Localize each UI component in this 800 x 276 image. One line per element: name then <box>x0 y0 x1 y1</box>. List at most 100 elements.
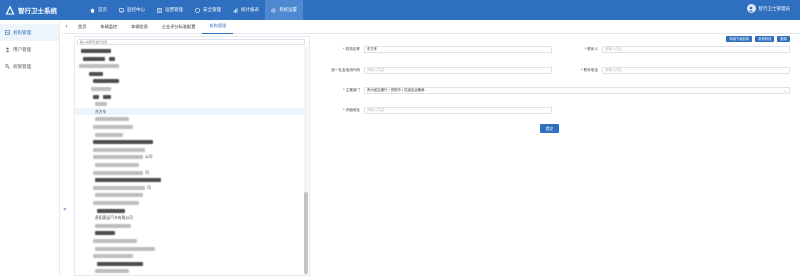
nav-item-operations[interactable]: 运营管理 <box>151 0 189 20</box>
redacted-text <box>95 132 123 137</box>
user-menu[interactable]: 智行卫士管理员 <box>746 4 790 13</box>
redacted-text <box>91 87 111 91</box>
tree-node[interactable] <box>75 252 305 259</box>
tree-node[interactable]: 司 <box>75 169 305 176</box>
redacted-text <box>95 193 143 198</box>
required-marker: * <box>584 47 587 51</box>
tree-node[interactable] <box>75 146 305 153</box>
tree-scrollbar-thumb[interactable] <box>304 192 308 274</box>
redacted-text <box>109 56 115 61</box>
credit-code-input[interactable]: 请输入内容 <box>364 67 552 74</box>
tree-node-label: 东方车 <box>95 108 107 114</box>
operations-icon <box>157 7 162 13</box>
org-name-label: *机构名称 <box>342 47 360 51</box>
redacted-text <box>93 185 145 190</box>
brand[interactable]: 智行卫士系统 <box>0 5 82 15</box>
tree-node[interactable] <box>75 85 305 92</box>
redacted-text <box>95 231 115 236</box>
tree-node-label: 司 <box>145 169 149 175</box>
tree-node[interactable] <box>75 138 305 145</box>
sidebar-collapse-button[interactable]: « <box>63 206 67 213</box>
top-navbar: 智行卫士系统 首页 监控中心 运营管理 安全管理 统计报表 系统设置 智行卫士管理员 <box>0 0 800 20</box>
tree-node[interactable] <box>75 260 305 267</box>
add-child-org-button[interactable]: 新增下级机构 <box>726 36 753 42</box>
tab-bar: ‹ 首页 车辆监控 车辆信息 企业评分标准配置 机构管理 <box>62 20 800 34</box>
authority-select[interactable]: 贵州省交通厅 / 贵阳市 / 花溪区运输局 ⌄ <box>364 87 790 94</box>
settings-icon <box>271 7 276 13</box>
avatar <box>746 4 756 13</box>
nav-item-label: 系统设置 <box>279 8 297 13</box>
nav-item-home[interactable]: 首页 <box>84 0 113 20</box>
redacted-text <box>83 56 105 61</box>
org-icon <box>5 30 10 35</box>
submit-button[interactable]: 提交 <box>540 124 559 133</box>
tree-node[interactable] <box>75 55 305 62</box>
contact-label: *联系人 <box>584 47 598 51</box>
redacted-text <box>95 223 131 228</box>
redacted-text <box>89 71 103 76</box>
tree-node[interactable] <box>75 222 305 229</box>
main-nav: 首页 监控中心 运营管理 安全管理 统计报表 系统设置 <box>84 0 303 20</box>
tab-item[interactable]: 企业评分标准配置 <box>155 20 203 34</box>
sidebar-item-permission[interactable]: 权限管理 <box>0 58 59 75</box>
sidebar-item-org[interactable]: 机构管理 <box>0 24 59 41</box>
sidebar-item-label: 用户管理 <box>13 47 31 53</box>
tree-node-label: 贵阳客运汽车有限公司 <box>95 215 133 221</box>
tab-item[interactable]: 车辆监控 <box>93 20 124 34</box>
tree-node[interactable] <box>75 237 305 244</box>
redacted-text <box>95 102 107 107</box>
tree-node[interactable] <box>75 176 305 183</box>
redacted-text <box>103 94 111 99</box>
redacted-text <box>97 208 125 213</box>
tree-scrollbar[interactable] <box>304 47 308 275</box>
tree-search-input[interactable] <box>77 39 305 45</box>
sidebar-item-user[interactable]: 用户管理 <box>0 41 59 58</box>
redacted-text <box>95 117 129 122</box>
tree-node[interactable] <box>75 267 305 274</box>
tree-node[interactable] <box>75 131 305 138</box>
nav-item-report[interactable]: 统计报表 <box>227 0 265 20</box>
address-label: *详细地址 <box>342 108 360 112</box>
delete-org-button[interactable]: 删除 <box>777 36 790 42</box>
tree-node[interactable] <box>75 191 305 198</box>
contact-input[interactable]: 请输入内容 <box>602 46 790 53</box>
tree-node[interactable]: 司 <box>75 184 305 191</box>
tree-node[interactable] <box>75 207 305 214</box>
tree-node[interactable] <box>75 77 305 84</box>
tree-node[interactable] <box>75 115 305 122</box>
tree-node[interactable] <box>75 100 305 107</box>
tree-node[interactable] <box>75 47 305 54</box>
nav-item-safety[interactable]: 安全管理 <box>189 0 227 20</box>
monitor-icon <box>119 7 124 13</box>
tree-node[interactable] <box>75 93 305 100</box>
nav-item-monitor[interactable]: 监控中心 <box>113 0 151 20</box>
tree-node[interactable] <box>75 161 305 168</box>
tree-node[interactable] <box>75 245 305 252</box>
tab-item[interactable]: 车辆信息 <box>124 20 155 34</box>
report-icon <box>233 7 238 13</box>
required-marker: * <box>342 47 345 51</box>
edit-org-button[interactable]: 机构修改 <box>755 36 775 42</box>
tree-node[interactable] <box>75 229 305 236</box>
tree-node[interactable] <box>75 123 305 130</box>
org-form-panel: 新增下级机构 机构修改 删除 *机构名称 东方车 *联系人 请输入内容 统一社会… <box>314 36 800 276</box>
redacted-text <box>95 163 139 167</box>
tree-node-label: 公司 <box>145 154 153 160</box>
required-marker: * <box>342 88 345 92</box>
tree-node[interactable]: 公司 <box>75 153 305 160</box>
address-input[interactable]: 请输入内容 <box>364 107 552 114</box>
tab-item[interactable]: 机构管理 <box>202 20 234 34</box>
nav-item-settings[interactable]: 系统设置 <box>265 0 303 20</box>
phone-input[interactable]: 请输入内容 <box>602 67 790 74</box>
tree-node[interactable]: 东方车 <box>75 107 305 115</box>
nav-item-label: 统计报表 <box>241 8 259 13</box>
tab-item[interactable]: 首页 <box>71 20 93 34</box>
tab-scroll-left-icon[interactable]: ‹ <box>62 23 71 30</box>
tree-node[interactable]: 贵阳客运汽车有限公司 <box>75 214 305 221</box>
nav-item-label: 首页 <box>98 8 107 13</box>
tree-node[interactable] <box>75 70 305 77</box>
org-name-input[interactable]: 东方车 <box>364 46 552 53</box>
redacted-text <box>93 201 139 205</box>
tree-node[interactable] <box>75 199 305 206</box>
tree-node[interactable] <box>75 62 305 69</box>
